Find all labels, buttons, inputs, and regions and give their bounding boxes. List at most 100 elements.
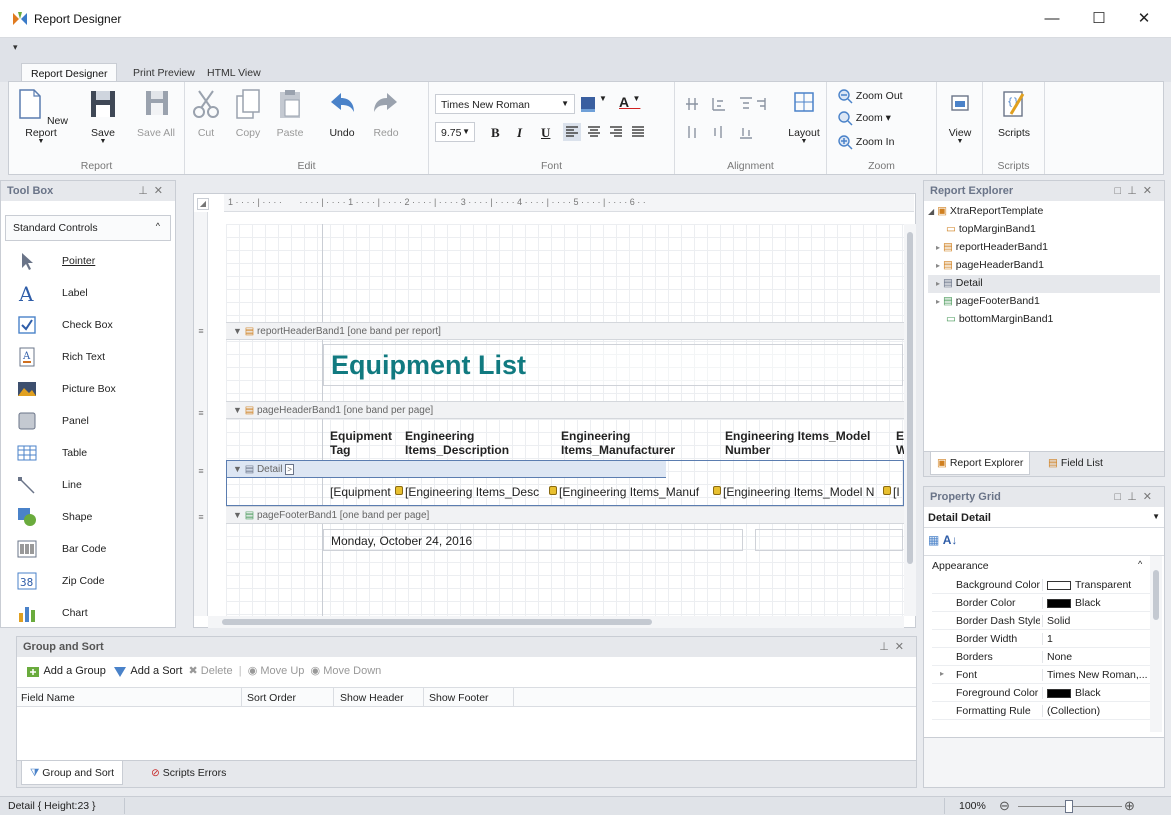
align-right-icon[interactable] [607, 123, 625, 141]
panel-pin-close-icon[interactable]: ⊥✕ [138, 184, 169, 197]
property-row[interactable]: Border Width 1 [932, 630, 1150, 648]
horizontal-scrollbar[interactable] [208, 616, 904, 628]
zoom-in-small-icon[interactable]: ⊕ [1124, 798, 1135, 814]
property-row[interactable]: Background Color Transparent [932, 576, 1150, 594]
toolbox-item-picture-box[interactable]: Picture Box [17, 377, 167, 403]
property-row[interactable]: Foreground Color Black [932, 684, 1150, 702]
cut-button[interactable]: Cut [189, 88, 223, 139]
toolbox-item-zip-code[interactable]: 38 Zip Code [17, 569, 167, 595]
panel-window-pin-close-icon[interactable]: □⊥✕ [1115, 490, 1158, 503]
detail-cell[interactable]: [Engineering Items_Model N [723, 485, 881, 499]
tree-item-page-footer[interactable]: ▸ ▤ pageFooterBand1 [936, 295, 1040, 307]
toolbox-item-check-box[interactable]: Check Box [17, 313, 167, 339]
move-down-button[interactable]: ◉ Move Down [311, 665, 382, 677]
minimize-button[interactable]: — [1041, 8, 1063, 30]
report-canvas[interactable] [226, 224, 904, 619]
tree-collapse-icon[interactable]: ◢ [928, 207, 934, 216]
tree-item-bottom-margin[interactable]: ▭ bottomMarginBand1 [946, 313, 1053, 325]
tab-scripts-errors[interactable]: ⊘ Scripts Errors [143, 761, 234, 785]
column-field-name[interactable]: Field Name [21, 692, 75, 704]
report-designer-surface[interactable]: 1 · · · · | · · · · · · · · | · · · · 1 … [193, 193, 916, 628]
selected-object-select[interactable]: Detail Detail ▼ [924, 508, 1164, 528]
scrollbar-thumb[interactable] [222, 619, 652, 625]
categorized-icon[interactable]: ▦ [928, 533, 939, 547]
column-sort-order[interactable]: Sort Order [247, 692, 296, 704]
paste-button[interactable]: Paste [273, 88, 307, 139]
zoom-out-small-icon[interactable]: ⊖ [999, 798, 1010, 814]
property-category[interactable]: Appearance [932, 560, 989, 572]
category-collapse-icon[interactable]: ^ [1138, 559, 1142, 569]
tab-html-view[interactable]: HTML View [198, 63, 270, 82]
tab-print-preview[interactable]: Print Preview [124, 63, 204, 82]
redo-button[interactable]: Redo [369, 88, 403, 139]
font-family-select[interactable]: Times New Roman ▼ [435, 94, 575, 114]
property-row[interactable]: Font Times New Roman,... ▸ [932, 666, 1150, 684]
column-header-cell[interactable]: Engineering Items_Model Number [725, 429, 870, 457]
band-collapse-icon[interactable]: ≡ [195, 408, 207, 418]
font-color-button[interactable]: A ▼ [619, 94, 659, 114]
column-header-cell[interactable]: Engineering Items_Description [405, 429, 509, 457]
save-all-button[interactable]: Save All [131, 88, 181, 139]
band-collapse-icon[interactable]: ≡ [195, 466, 207, 476]
toolbox-item-rich-text[interactable]: A Rich Text [17, 345, 167, 371]
property-scrollbar[interactable] [1150, 556, 1162, 732]
band-page-header[interactable]: ▼ ▤ pageHeaderBand1 [one band per page] [226, 401, 904, 419]
add-group-button[interactable]: Add a Group [25, 665, 106, 677]
tree-item-page-header[interactable]: ▸ ▤ pageHeaderBand1 [936, 259, 1044, 271]
toolbox-item-chart[interactable]: Chart [17, 601, 167, 627]
toolbox-item-line[interactable]: Line [17, 473, 167, 499]
toolbox-group-header[interactable]: Standard Controls ^ [5, 215, 171, 241]
align-center-icon[interactable] [585, 123, 603, 141]
tree-item-report-header[interactable]: ▸ ▤ reportHeaderBand1 [936, 241, 1048, 253]
property-row[interactable]: Borders None [932, 648, 1150, 666]
property-row[interactable]: Formatting Rule (Collection) [932, 702, 1150, 720]
alignment-tools-icon[interactable] [685, 96, 775, 146]
band-collapse-icon[interactable]: ≡ [195, 326, 207, 336]
maximize-button[interactable]: ☐ [1088, 8, 1110, 30]
report-title-label[interactable]: Equipment List [323, 344, 903, 386]
align-left-icon[interactable] [563, 123, 581, 141]
tree-item-detail[interactable]: ▸ ▤ Detail [928, 275, 1160, 293]
column-header-cell[interactable]: Equipment Tag [330, 429, 392, 457]
alphabetical-sort-icon[interactable]: A↓ [943, 533, 958, 547]
bold-button[interactable]: B [491, 125, 500, 141]
tree-expand-icon[interactable]: ▸ [936, 243, 940, 252]
view-button[interactable]: View ▼ [941, 88, 979, 145]
close-button[interactable]: ✕ [1133, 8, 1155, 30]
highlight-color-button[interactable]: ▼ [579, 94, 619, 114]
scrollbar-thumb[interactable] [907, 232, 913, 564]
new-report-button[interactable]: New Report ▼ [13, 88, 69, 145]
tree-expand-icon[interactable]: ▸ [936, 279, 940, 288]
customize-quick-access-icon[interactable]: ▾ [13, 42, 18, 53]
tab-group-and-sort[interactable]: ⧩ Group and Sort [21, 761, 124, 785]
property-row[interactable]: Border Dash Style Solid [932, 612, 1150, 630]
delete-button[interactable]: ✖ Delete [189, 665, 233, 677]
expand-icon[interactable]: ▸ [940, 669, 944, 678]
undo-button[interactable]: Undo [325, 88, 359, 139]
save-button[interactable]: Save ▼ [83, 88, 123, 145]
move-up-button[interactable]: ◉ Move Up [248, 665, 305, 677]
tab-field-list[interactable]: ▤ Field List [1042, 452, 1109, 475]
copy-button[interactable]: Copy [231, 88, 265, 139]
italic-button[interactable]: I [517, 125, 522, 141]
scripts-button[interactable]: {} Scripts [991, 88, 1037, 139]
detail-cell[interactable]: [Equipment [330, 485, 404, 499]
band-detail[interactable]: ▼ ▤ Detail > [226, 460, 666, 478]
tab-report-explorer[interactable]: ▣ Report Explorer [930, 452, 1031, 475]
column-header-cell[interactable]: Engineering Items_Manufacturer [561, 429, 675, 457]
footer-page-info[interactable] [755, 529, 903, 551]
footer-date-label[interactable]: Monday, October 24, 2016 [323, 529, 743, 551]
band-report-header[interactable]: ▼ ▤ reportHeaderBand1 [one band per repo… [226, 322, 904, 340]
detail-cell[interactable]: [Engineering Items_Desc [405, 485, 557, 499]
layout-button[interactable]: Layout ▼ [785, 88, 823, 145]
toolbox-item-label[interactable]: A Label [17, 281, 167, 307]
toolbox-item-bar-code[interactable]: Bar Code [17, 537, 167, 563]
column-show-footer[interactable]: Show Footer [429, 692, 489, 704]
zoom-slider-thumb[interactable] [1065, 800, 1073, 813]
tree-expand-icon[interactable]: ▸ [936, 261, 940, 270]
vertical-scrollbar[interactable] [904, 224, 916, 616]
tab-report-designer[interactable]: Report Designer [21, 63, 118, 82]
detail-cell[interactable]: [Engineering Items_Manuf [559, 485, 721, 499]
font-size-select[interactable]: 9.75 ▼ [435, 122, 475, 142]
panel-pin-close-icon[interactable]: ⊥✕ [879, 640, 910, 653]
